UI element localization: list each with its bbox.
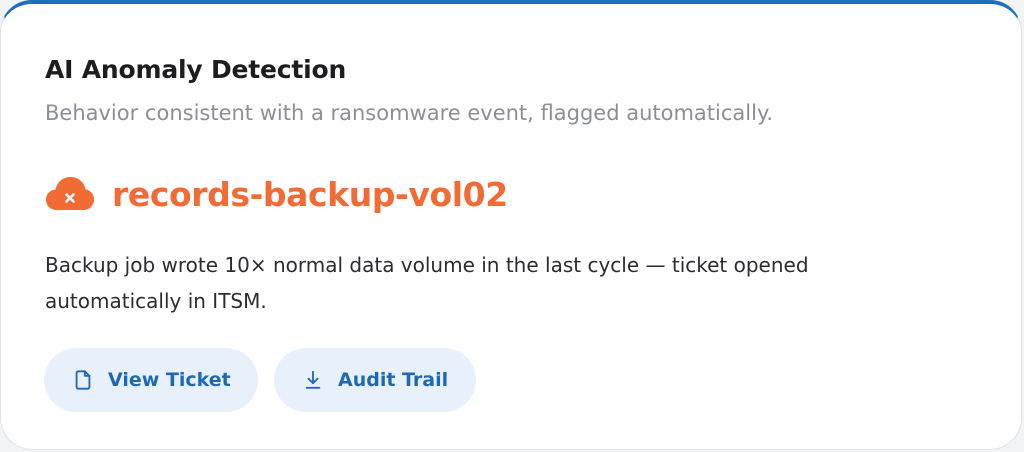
view-ticket-button[interactable]: View Ticket bbox=[44, 348, 258, 412]
resource-header: records-backup-vol02 bbox=[45, 168, 508, 220]
card-subtitle: Behavior consistent with a ransomware ev… bbox=[45, 101, 774, 125]
audit-trail-button[interactable]: Audit Trail bbox=[274, 348, 476, 412]
resource-name: records-backup-vol02 bbox=[112, 174, 508, 214]
audit-trail-label: Audit Trail bbox=[338, 369, 449, 391]
anomaly-description: Backup job wrote 10× normal data volume … bbox=[45, 253, 809, 313]
card-title: AI Anomaly Detection bbox=[45, 55, 347, 84]
download-icon bbox=[305, 370, 321, 389]
action-buttons: View Ticket Audit Trail bbox=[44, 348, 476, 412]
document-icon bbox=[75, 370, 91, 390]
cloud-error-icon bbox=[46, 177, 94, 210]
view-ticket-label: View Ticket bbox=[108, 369, 231, 391]
anomaly-card: AI Anomaly Detection Behavior consistent… bbox=[0, 0, 1022, 450]
